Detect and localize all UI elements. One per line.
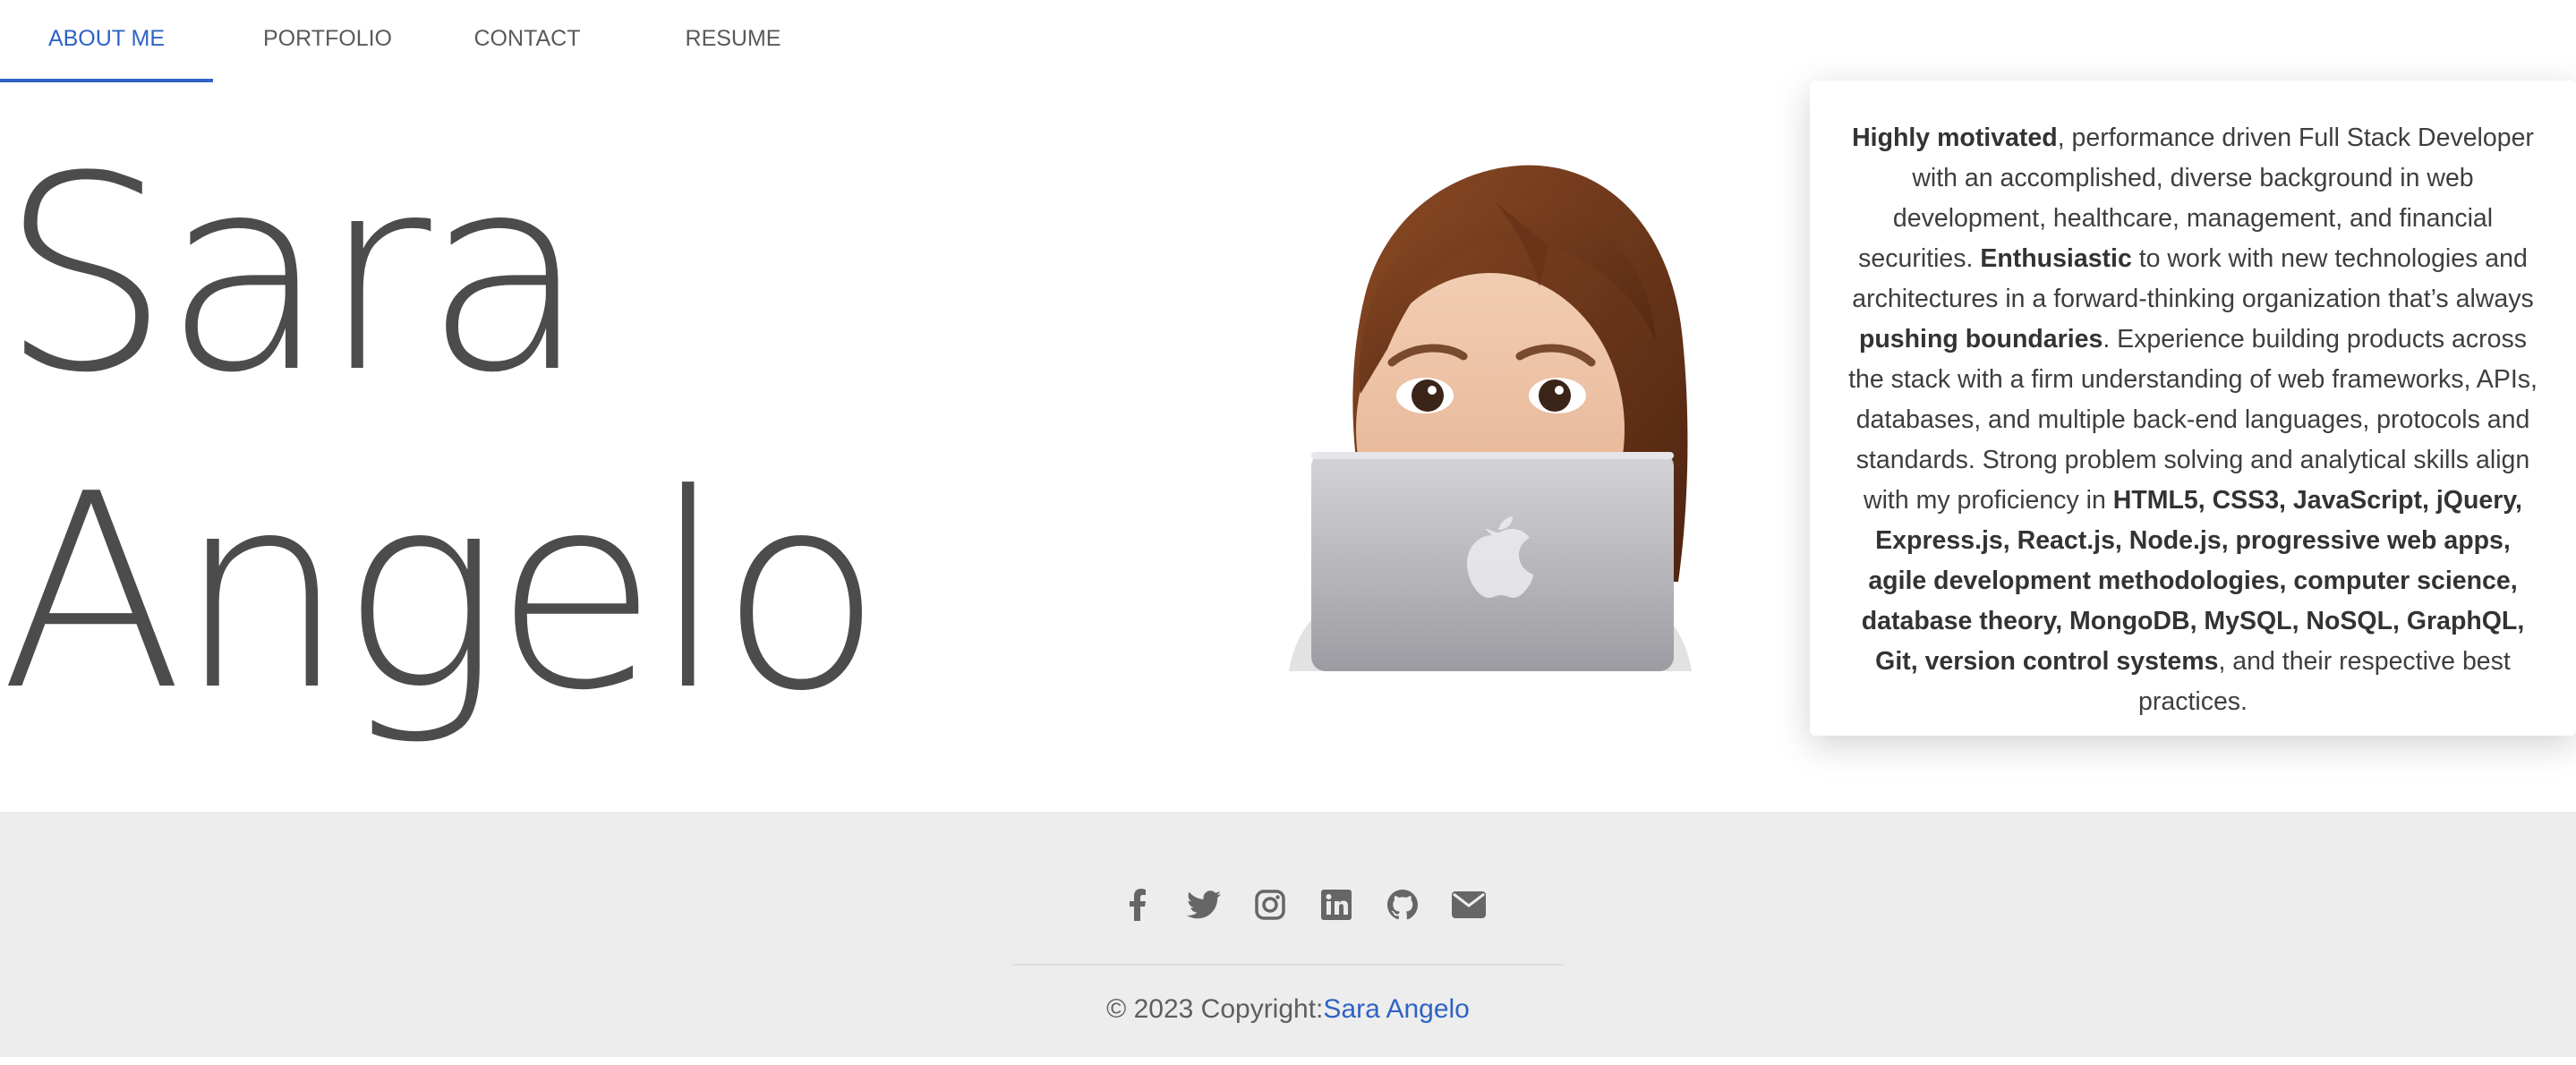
about-bold-1: Highly motivated — [1852, 124, 2058, 152]
top-nav: ABOUT ME PORTFOLIO CONTACT RESUME — [0, 0, 854, 82]
tab-about-me[interactable]: ABOUT ME — [0, 0, 213, 82]
copyright-link[interactable]: Sara Angelo — [1323, 994, 1469, 1024]
footer-divider — [1012, 964, 1564, 966]
hero-name: Sara Angelo — [0, 116, 985, 752]
about-bold-3: pushing boundaries — [1858, 325, 2103, 354]
footer: © 2023 Copyright:Sara Angelo — [0, 812, 2576, 1057]
twitter-icon[interactable] — [1185, 886, 1223, 924]
avatar-memoji-image — [1289, 165, 1692, 671]
about-card: Highly motivated, performance driven Ful… — [1810, 81, 2576, 736]
about-bold-2: Enthusiastic — [1980, 244, 2132, 273]
first-name: Sara — [0, 119, 588, 431]
last-name: Angelo — [0, 437, 883, 749]
tab-portfolio[interactable]: PORTFOLIO — [213, 0, 442, 79]
tab-resume[interactable]: RESUME — [612, 0, 854, 79]
copyright-text: © 2023 Copyright: — [1106, 994, 1324, 1024]
instagram-icon[interactable] — [1251, 886, 1289, 924]
facebook-icon[interactable] — [1119, 886, 1156, 924]
envelope-icon[interactable] — [1450, 886, 1488, 924]
social-links — [1119, 886, 1488, 924]
tab-contact[interactable]: CONTACT — [442, 0, 612, 79]
github-icon[interactable] — [1384, 886, 1421, 924]
copyright: © 2023 Copyright:Sara Angelo — [0, 994, 2576, 1025]
linkedin-icon[interactable] — [1318, 886, 1355, 924]
